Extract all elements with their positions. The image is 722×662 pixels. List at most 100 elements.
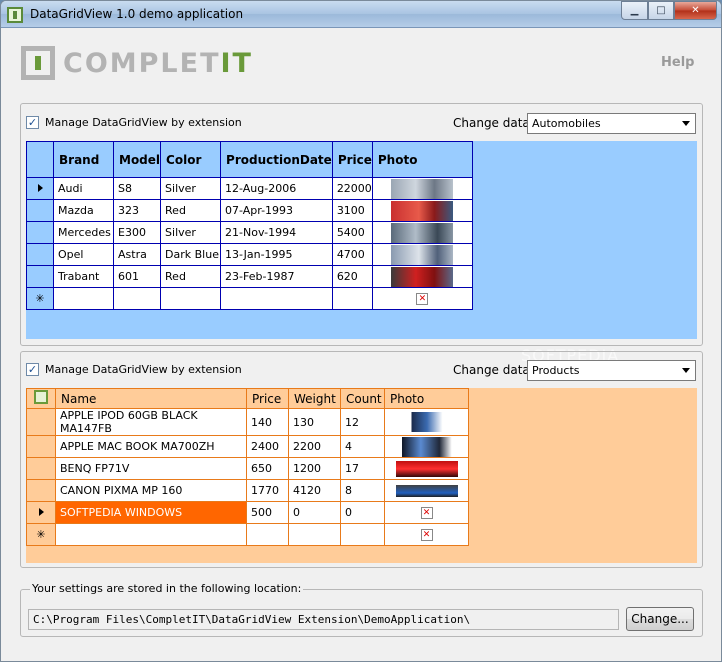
cell-count[interactable]: 4 <box>340 435 385 458</box>
row-header-corner[interactable] <box>26 141 54 178</box>
minimize-button[interactable]: ▁ <box>621 1 648 20</box>
cell-price[interactable]: 650 <box>246 457 289 480</box>
column-header-model[interactable]: Model <box>112 141 162 178</box>
cell-price[interactable]: 22000 <box>331 177 373 200</box>
change-data-combo-2[interactable]: Products <box>527 360 696 381</box>
column-header-color[interactable]: Color <box>160 141 222 178</box>
cell-photo[interactable] <box>371 265 473 288</box>
help-link[interactable]: Help <box>661 55 694 70</box>
cell-color[interactable]: Silver <box>160 221 222 244</box>
cell-price[interactable]: 4700 <box>331 243 373 266</box>
cell-color[interactable]: Dark Blue <box>160 243 222 266</box>
cell-brand[interactable]: Audi <box>53 177 114 200</box>
cell-photo[interactable]: ✕ <box>384 501 469 524</box>
cell-model[interactable]: S8 <box>112 177 162 200</box>
row-header[interactable] <box>26 435 56 458</box>
new-cell[interactable] <box>331 287 373 310</box>
cell-weight[interactable]: 2200 <box>288 435 341 458</box>
row-header[interactable] <box>26 199 54 222</box>
column-header-photo[interactable]: Photo <box>371 141 473 178</box>
cell-model[interactable]: 323 <box>112 199 162 222</box>
column-header-weight[interactable]: Weight <box>288 388 341 409</box>
column-header-price[interactable]: Price <box>246 388 289 409</box>
cell-price[interactable]: 5400 <box>331 221 373 244</box>
row-header-current[interactable] <box>26 501 56 524</box>
change-data-combo-1[interactable]: Automobiles <box>527 113 696 134</box>
cell-count[interactable]: 17 <box>340 457 385 480</box>
table-row[interactable]: Opel Astra Dark Blue 13-Jan-1995 4700 <box>26 243 473 266</box>
new-row[interactable]: ✳ ✕ <box>26 287 473 310</box>
row-header[interactable] <box>26 457 56 480</box>
cell-photo[interactable] <box>371 243 473 266</box>
column-header-brand[interactable]: Brand <box>53 141 114 178</box>
maximize-button[interactable]: □ <box>648 1 674 20</box>
cell-name[interactable]: APPLE MAC BOOK MA700ZH <box>55 435 247 458</box>
cell-date[interactable]: 07-Apr-1993 <box>220 199 333 222</box>
row-header[interactable] <box>26 265 54 288</box>
cell-photo[interactable] <box>384 479 469 502</box>
cell-count[interactable]: 8 <box>340 479 385 502</box>
cell-count[interactable]: 0 <box>340 501 385 524</box>
change-location-button[interactable]: Change... <box>626 607 694 631</box>
cell-photo[interactable] <box>371 221 473 244</box>
table-row[interactable]: Mazda 323 Red 07-Apr-1993 3100 <box>26 199 473 222</box>
cell-model[interactable]: E300 <box>112 221 162 244</box>
cell-date[interactable]: 13-Jan-1995 <box>220 243 333 266</box>
table-row[interactable]: Audi S8 Silver 12-Aug-2006 22000 <box>26 177 473 200</box>
cell-name[interactable]: APPLE IPOD 60GB BLACK MA147FB <box>55 408 247 436</box>
new-cell-photo[interactable]: ✕ <box>371 287 473 310</box>
cell-count[interactable]: 12 <box>340 408 385 436</box>
column-header-price[interactable]: Price <box>331 141 373 178</box>
cell-name[interactable]: CANON PIXMA MP 160 <box>55 479 247 502</box>
table-row[interactable]: APPLE IPOD 60GB BLACK MA147FB 140 130 12 <box>26 408 469 436</box>
cell-name-selected[interactable]: SOFTPEDIA WINDOWS <box>55 501 247 524</box>
cell-weight[interactable]: 4120 <box>288 479 341 502</box>
cell-brand[interactable]: Mazda <box>53 199 114 222</box>
new-cell[interactable] <box>55 523 247 546</box>
table-row[interactable]: APPLE MAC BOOK MA700ZH 2400 2200 4 <box>26 435 469 458</box>
row-header[interactable] <box>26 243 54 266</box>
new-cell[interactable] <box>160 287 222 310</box>
cell-brand[interactable]: Opel <box>53 243 114 266</box>
cell-model[interactable]: Astra <box>112 243 162 266</box>
cell-date[interactable]: 23-Feb-1987 <box>220 265 333 288</box>
new-cell[interactable] <box>112 287 162 310</box>
cell-price[interactable]: 3100 <box>331 199 373 222</box>
cell-weight[interactable]: 1200 <box>288 457 341 480</box>
cell-photo[interactable] <box>371 177 473 200</box>
column-header-productiondate[interactable]: ProductionDate <box>220 141 333 178</box>
cell-color[interactable]: Red <box>160 199 222 222</box>
new-cell[interactable] <box>246 523 289 546</box>
cell-color[interactable]: Red <box>160 265 222 288</box>
cell-photo[interactable] <box>371 199 473 222</box>
cell-price[interactable]: 140 <box>246 408 289 436</box>
cell-weight[interactable]: 0 <box>288 501 341 524</box>
cell-date[interactable]: 21-Nov-1994 <box>220 221 333 244</box>
cell-photo[interactable] <box>384 408 469 436</box>
cell-brand[interactable]: Trabant <box>53 265 114 288</box>
cell-photo[interactable] <box>384 457 469 480</box>
new-cell[interactable] <box>53 287 114 310</box>
manage-extension-checkbox-2[interactable]: ✓ <box>26 363 39 376</box>
new-row[interactable]: ✳ ✕ <box>26 523 469 546</box>
new-cell[interactable] <box>340 523 385 546</box>
new-cell-photo[interactable]: ✕ <box>384 523 469 546</box>
cell-weight[interactable]: 130 <box>288 408 341 436</box>
close-button[interactable]: ✕ <box>674 1 717 20</box>
row-header-current[interactable] <box>26 177 54 200</box>
column-header-name[interactable]: Name <box>55 388 247 409</box>
row-header[interactable] <box>26 221 54 244</box>
title-bar[interactable]: DataGridView 1.0 demo application ▁ □ ✕ <box>1 1 721 28</box>
products-datagrid[interactable]: Name Price Weight Count Photo APPLE IPOD… <box>26 388 697 563</box>
cell-name[interactable]: BENQ FP71V <box>55 457 247 480</box>
table-row-selected[interactable]: SOFTPEDIA WINDOWS 500 0 0 ✕ <box>26 501 469 524</box>
new-cell[interactable] <box>288 523 341 546</box>
automobiles-datagrid[interactable]: Brand Model Color ProductionDate Price P… <box>26 141 697 339</box>
manage-extension-checkbox-1[interactable]: ✓ <box>26 116 39 129</box>
table-row[interactable]: BENQ FP71V 650 1200 17 <box>26 457 469 480</box>
table-row[interactable]: CANON PIXMA MP 160 1770 4120 8 <box>26 479 469 502</box>
cell-price[interactable]: 2400 <box>246 435 289 458</box>
settings-path-field[interactable]: C:\Program Files\CompletIT\DataGridView … <box>28 609 619 630</box>
cell-model[interactable]: 601 <box>112 265 162 288</box>
row-header[interactable] <box>26 479 56 502</box>
